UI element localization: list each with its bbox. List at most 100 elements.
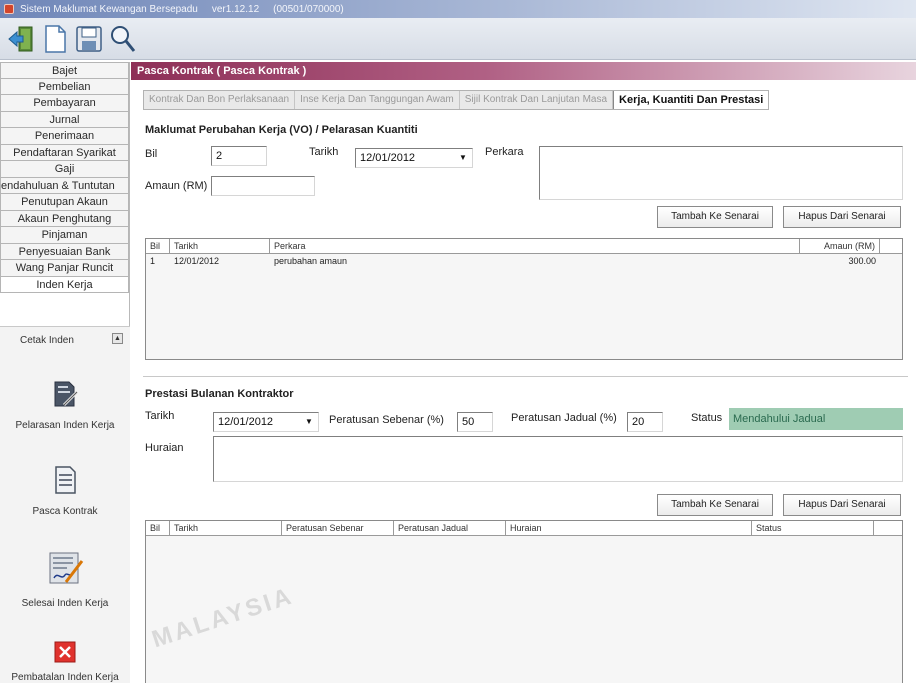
sidebar-item-penyesuaian-bank[interactable]: Penyesuaian Bank (0, 243, 129, 260)
status-label: Status (691, 412, 723, 424)
perkara-textarea[interactable] (539, 146, 903, 200)
tab-insurans-kerja[interactable]: Inse Kerja Dan Tanggungan Awam (295, 91, 460, 109)
peratusan-sebenar-label: Peratusan Sebenar (%) (329, 414, 444, 426)
pencil-document-icon (54, 381, 79, 407)
sidebar-item-penerimaan[interactable]: Penerimaan (0, 128, 129, 145)
signed-document-icon (49, 552, 84, 584)
prestasi-col-peratusan-jadual[interactable]: Peratusan Jadual (394, 521, 506, 535)
sidebar-item-pendahuluan-tuntutan[interactable]: endahuluan & Tuntutan (0, 177, 129, 194)
window-version: ver1.12.12 (211, 3, 260, 15)
vo-cell-amaun: 300.00 (848, 256, 876, 266)
cancel-x-icon (54, 641, 76, 663)
bil-field[interactable]: 2 (211, 146, 267, 166)
sidebar: Bajet Pembelian Pembayaran Jurnal Peneri… (0, 62, 130, 683)
save-button[interactable] (74, 22, 104, 56)
pelarasan-inden-kerja-button[interactable]: Pelarasan Inden Kerja (0, 379, 130, 431)
tarikh-date-value: 12/01/2012 (360, 152, 416, 164)
huraian-textarea[interactable] (213, 436, 903, 482)
peratusan-sebenar-field[interactable]: 50 (457, 412, 493, 432)
toolbar (0, 18, 916, 60)
status-badge: Mendahului Jadual (729, 408, 903, 430)
prestasi-tarikh-label: Tarikh (145, 410, 175, 422)
vo-col-tarikh[interactable]: Tarikh (170, 239, 270, 253)
chevron-down-icon[interactable]: ▼ (302, 415, 316, 429)
vo-col-spacer (880, 239, 902, 253)
tab-kontrak-dan-bon[interactable]: Kontrak Dan Bon Perlaksanaan (144, 91, 296, 109)
vo-col-amaun[interactable]: Amaun (RM) (800, 239, 880, 253)
vo-table-header: Bil Tarikh Perkara Amaun (RM) (146, 239, 902, 254)
sidebar-item-jurnal[interactable]: Jurnal (0, 111, 129, 128)
selesai-inden-kerja-button[interactable]: Selesai Inden Kerja (0, 549, 130, 609)
tab-kerja-kuantiti-prestasi[interactable]: Kerja, Kuantiti Dan Prestasi (613, 91, 769, 109)
prestasi-section-title: Prestasi Bulanan Kontraktor (145, 388, 294, 400)
scroll-up-button[interactable]: ▲ (112, 333, 123, 344)
search-icon (111, 25, 136, 52)
tab-bar: Kontrak Dan Bon Perlaksanaan Inse Kerja … (143, 90, 770, 110)
prestasi-tarikh-date-picker[interactable]: 12/01/2012 ▼ (213, 412, 319, 432)
vo-table: Bil Tarikh Perkara Amaun (RM) 1 12/01/20… (145, 238, 903, 360)
pembatalan-inden-kerja-button[interactable]: Pembatalan Inden Kerja (0, 641, 130, 683)
huraian-label: Huraian (145, 442, 184, 454)
pelarasan-inden-kerja-label: Pelarasan Inden Kerja (15, 420, 115, 431)
search-button[interactable] (108, 22, 138, 56)
inden-kerja-subpanel: Cetak Inden ▲ Pelarasan Inden Kerja Pasc… (0, 326, 130, 683)
peratusan-jadual-label: Peratusan Jadual (%) (511, 412, 617, 424)
pasca-kontrak-button[interactable]: Pasca Kontrak (0, 465, 130, 517)
sidebar-item-akaun-penghutang[interactable]: Akaun Penghutang (0, 210, 129, 227)
sidebar-item-pembelian[interactable]: Pembelian (0, 78, 129, 95)
sidebar-item-pendaftaran-syarikat[interactable]: Pendaftaran Syarikat (0, 144, 129, 161)
prestasi-col-peratusan-sebenar[interactable]: Peratusan Sebenar (282, 521, 394, 535)
document-icon (55, 466, 76, 494)
vo-section-title: Maklumat Perubahan Kerja (VO) / Pelarasa… (145, 124, 418, 136)
prestasi-col-status[interactable]: Status (752, 521, 874, 535)
amaun-field[interactable] (211, 176, 315, 196)
app-icon (4, 4, 14, 14)
chevron-down-icon[interactable]: ▼ (456, 151, 470, 165)
vo-cell-tarikh: 12/01/2012 (174, 256, 220, 266)
sidebar-item-penutupan-akaun[interactable]: Penutupan Akaun (0, 194, 129, 211)
save-icon (76, 25, 102, 52)
window-title: Sistem Maklumat Kewangan Bersepadu (20, 3, 198, 15)
prestasi-col-spacer (874, 521, 902, 535)
section-divider (143, 376, 908, 377)
tarikh-date-picker[interactable]: 12/01/2012 ▼ (355, 148, 473, 168)
tarikh-label: Tarikh (309, 146, 339, 158)
prestasi-add-to-list-button[interactable]: Tambah Ke Senarai (657, 494, 773, 516)
vo-cell-bil: 1 (150, 256, 156, 266)
selesai-inden-kerja-label: Selesai Inden Kerja (21, 598, 109, 609)
new-document-icon (45, 24, 66, 53)
perkara-label: Perkara (485, 146, 524, 158)
exit-icon (8, 26, 33, 51)
sidebar-item-inden-kerja[interactable]: Inden Kerja (0, 276, 129, 293)
pembatalan-inden-kerja-label: Pembatalan Inden Kerja (11, 672, 119, 683)
vo-remove-from-list-button[interactable]: Hapus Dari Senarai (783, 206, 901, 228)
exit-button[interactable] (6, 22, 36, 56)
cetak-inden-link[interactable]: Cetak Inden (20, 335, 74, 346)
prestasi-col-tarikh[interactable]: Tarikh (170, 521, 282, 535)
vo-col-perkara[interactable]: Perkara (270, 239, 800, 253)
sidebar-item-gaji[interactable]: Gaji (0, 161, 129, 178)
main-panel: Pasca Kontrak ( Pasca Kontrak ) Kontrak … (131, 62, 916, 683)
prestasi-tarikh-value: 12/01/2012 (218, 416, 274, 428)
prestasi-table-header: Bil Tarikh Peratusan Sebenar Peratusan J… (146, 521, 902, 536)
amaun-label: Amaun (RM) (145, 180, 208, 192)
sidebar-item-bajet[interactable]: Bajet (0, 62, 129, 79)
vo-add-to-list-button[interactable]: Tambah Ke Senarai (657, 206, 773, 228)
bil-label: Bil (145, 148, 158, 160)
window-code: (00501/070000) (273, 3, 344, 15)
pasca-kontrak-label: Pasca Kontrak (32, 506, 98, 517)
table-row[interactable]: 1 12/01/2012 perubahan amaun 300.00 (146, 254, 902, 268)
prestasi-col-bil[interactable]: Bil (146, 521, 170, 535)
vo-col-bil[interactable]: Bil (146, 239, 170, 253)
sidebar-item-wang-panjar-runcit[interactable]: Wang Panjar Runcit (0, 260, 129, 277)
new-document-button[interactable] (40, 22, 70, 56)
sidebar-item-pinjaman[interactable]: Pinjaman (0, 227, 129, 244)
peratusan-jadual-field[interactable]: 20 (627, 412, 663, 432)
vo-cell-perkara: perubahan amaun (274, 256, 348, 266)
window-title-bar: Sistem Maklumat Kewangan Bersepadu ver1.… (0, 0, 916, 18)
sidebar-item-pembayaran[interactable]: Pembayaran (0, 95, 129, 112)
prestasi-col-huraian[interactable]: Huraian (506, 521, 752, 535)
prestasi-remove-from-list-button[interactable]: Hapus Dari Senarai (783, 494, 901, 516)
tab-sijil-kontrak[interactable]: Sijil Kontrak Dan Lanjutan Masa (460, 91, 614, 109)
page-header: Pasca Kontrak ( Pasca Kontrak ) (131, 62, 916, 80)
